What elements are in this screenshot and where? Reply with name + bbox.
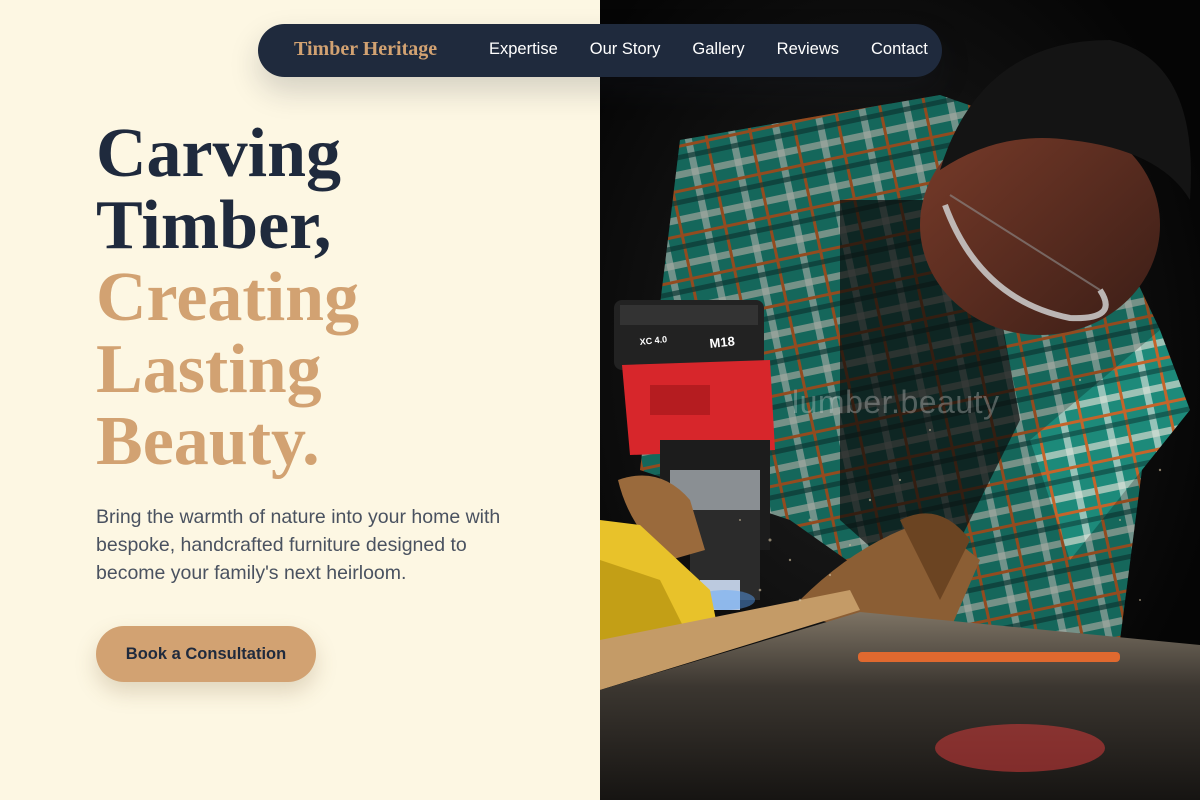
headline-line-1: Carving xyxy=(96,115,341,192)
book-consultation-button[interactable]: Book a Consultation xyxy=(96,626,316,682)
hero-description: Bring the warmth of nature into your hom… xyxy=(96,506,501,584)
nav-link-reviews[interactable]: Reviews xyxy=(777,40,839,59)
headline-line-5: Beauty. xyxy=(96,403,320,480)
headline-line-3: Creating xyxy=(96,259,360,336)
tool-label: M18 xyxy=(709,333,736,351)
top-navigation: Timber Heritage Expertise Our Story Gall… xyxy=(258,24,942,77)
nav-link-expertise[interactable]: Expertise xyxy=(489,40,558,59)
nav-link-our-story[interactable]: Our Story xyxy=(590,40,661,59)
headline-line-4: Lasting xyxy=(96,331,322,408)
nav-link-contact[interactable]: Contact xyxy=(871,40,928,59)
image-watermark: lumber.beauty xyxy=(792,384,1000,420)
brand-logo[interactable]: Timber Heritage xyxy=(294,38,437,61)
nav-links: Expertise Our Story Gallery Reviews Cont… xyxy=(489,40,928,59)
headline-line-2: Timber, xyxy=(96,187,332,264)
nav-link-gallery[interactable]: Gallery xyxy=(692,40,744,59)
hero-headline: Carving Timber, Creating Lasting Beauty. xyxy=(96,118,576,478)
